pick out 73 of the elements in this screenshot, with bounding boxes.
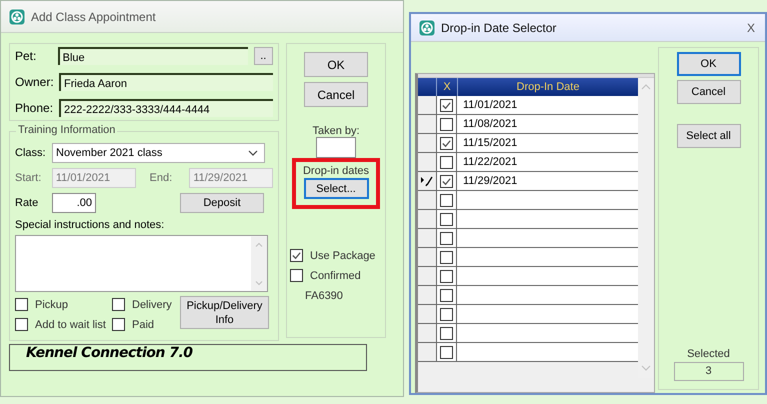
checkbox[interactable]: [440, 174, 453, 188]
field-label: Selected: [687, 348, 730, 360]
checkbox[interactable]: [440, 346, 453, 358]
dialog-button[interactable]: Select all: [676, 124, 740, 148]
field-label: Owner:: [15, 75, 55, 89]
checkbox-label: Delivery: [132, 298, 172, 310]
edit-pointer-icon: [420, 175, 434, 187]
checkbox[interactable]: [440, 118, 453, 130]
group-title: Training Information: [16, 124, 118, 136]
table-cell: 11/22/2021: [457, 153, 639, 171]
app-icon: [9, 8, 25, 24]
field-label: Phone:: [15, 101, 54, 115]
checkbox[interactable]: [440, 156, 453, 168]
dialog-button[interactable]: OK: [676, 52, 740, 76]
browse-button[interactable]: ..: [254, 47, 273, 65]
deposit-button[interactable]: Deposit: [180, 192, 264, 212]
checkbox-label: Use Package: [310, 250, 376, 262]
dialog-button[interactable]: Cancel: [676, 80, 740, 104]
checkbox[interactable]: [112, 298, 125, 311]
checkbox[interactable]: [440, 326, 453, 340]
input-field[interactable]: 222-2222/333-3333/444-4444: [59, 99, 273, 117]
checkbox[interactable]: [440, 288, 453, 302]
field-label: Drop-in dates: [302, 165, 370, 177]
row-header[interactable]: [418, 172, 437, 190]
table-cell: 11/01/2021: [457, 96, 639, 114]
window-title: Add Class Appointment: [31, 10, 156, 24]
input-field[interactable]: Blue: [58, 47, 248, 65]
brand-banner: Kennel Connection 7.0: [9, 344, 367, 371]
checkbox[interactable]: [290, 249, 303, 262]
checkbox-label: Confirmed: [310, 270, 361, 282]
checkbox-label: Pickup: [35, 298, 68, 310]
table-cell: 11/15/2021: [457, 134, 639, 152]
checkbox[interactable]: [440, 194, 453, 206]
checkbox[interactable]: [440, 98, 453, 112]
checkbox-label: Paid: [132, 318, 154, 330]
input-field[interactable]: [316, 137, 356, 158]
checkbox[interactable]: [440, 136, 453, 150]
checkbox[interactable]: [112, 318, 125, 331]
app-icon: [419, 20, 435, 36]
dialog-button[interactable]: OK: [304, 52, 368, 77]
dialog-button[interactable]: Cancel: [304, 82, 368, 107]
field-label: Class:: [15, 146, 47, 158]
checkbox[interactable]: [15, 318, 28, 331]
field-label: Special instructions and notes:: [15, 219, 166, 231]
input-field[interactable]: .00: [52, 192, 96, 212]
checkbox[interactable]: [440, 232, 453, 244]
input-field[interactable]: 11/01/2021: [52, 168, 136, 188]
checkbox[interactable]: [440, 308, 453, 320]
count-field: 3: [674, 362, 744, 381]
notes-field[interactable]: [15, 235, 268, 292]
input-field[interactable]: 11/29/2021: [189, 168, 273, 188]
checkbox[interactable]: [15, 298, 28, 311]
class-dropdown[interactable]: November 2021 class: [52, 142, 265, 162]
checkbox[interactable]: [440, 212, 453, 226]
field-label: End:: [148, 172, 174, 184]
scrollbar[interactable]: [251, 236, 267, 291]
chevron-icon: [248, 150, 258, 156]
input-field[interactable]: Frieda Aaron: [59, 73, 273, 91]
checkbox-label: Add to wait list: [35, 318, 106, 330]
table-cell: 11/29/2021: [457, 172, 639, 190]
pickup-delivery-button[interactable]: Pickup/Delivery Info: [180, 296, 269, 329]
select-button[interactable]: Select...: [304, 178, 368, 199]
field-label: Pet:: [15, 49, 38, 63]
checkbox[interactable]: [290, 269, 303, 282]
window-title: Drop-in Date Selector: [441, 20, 556, 34]
close-button[interactable]: X: [744, 20, 757, 34]
checkbox[interactable]: [440, 250, 453, 264]
field-label: Rate: [15, 196, 40, 208]
checkbox[interactable]: [440, 270, 453, 282]
table-cell: 11/08/2021: [457, 115, 639, 133]
field-label: Start:: [15, 172, 42, 184]
field-label: Taken by:: [312, 125, 360, 137]
code-label: FA6390: [305, 290, 343, 302]
